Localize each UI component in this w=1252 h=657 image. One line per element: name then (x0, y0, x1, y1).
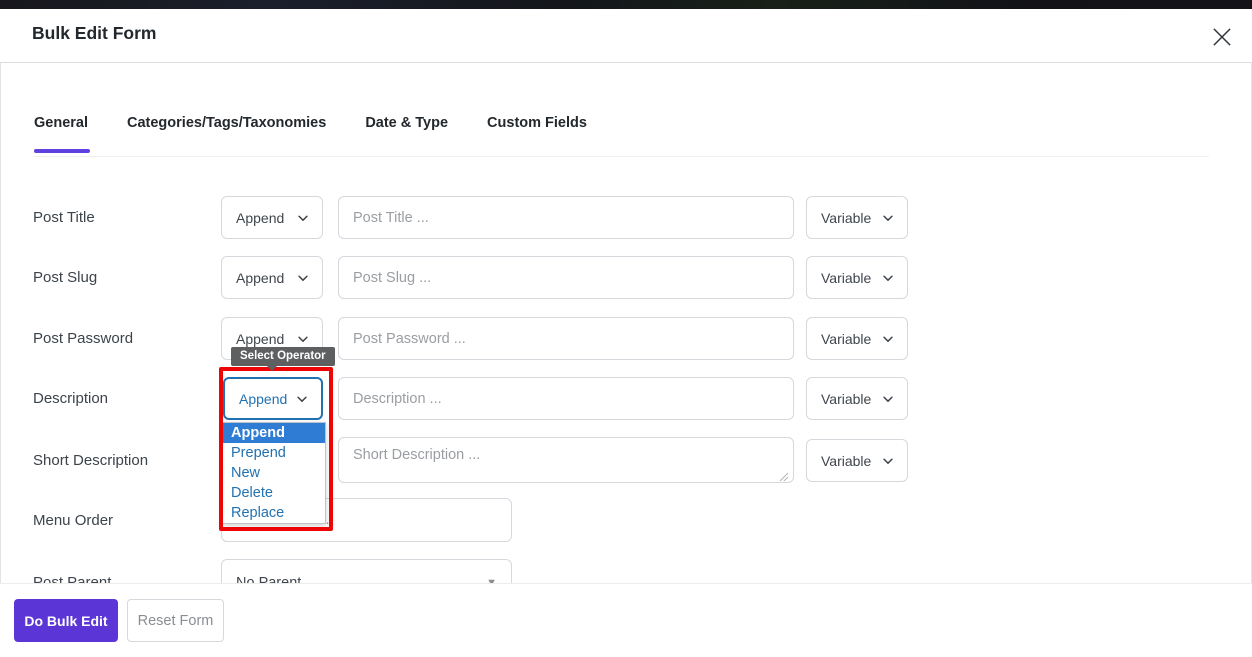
modal-body: General Categories/Tags/Taxonomies Date … (0, 63, 1252, 583)
chevron-down-icon (881, 392, 895, 406)
post-password-label: Post Password (33, 317, 133, 360)
chevron-down-icon (296, 271, 310, 285)
post-slug-variable-select[interactable]: Variable (806, 256, 908, 299)
modal-title: Bulk Edit Form (32, 23, 156, 44)
dropdown-option-replace[interactable]: Replace (223, 503, 325, 523)
form-row-post-parent: Post Parent No Parent ▼ (1, 559, 1252, 583)
tab-bar: General Categories/Tags/Taxonomies Date … (34, 115, 587, 153)
description-variable-select[interactable]: Variable (806, 377, 908, 420)
post-slug-label: Post Slug (33, 256, 97, 299)
tab-date-and-type[interactable]: Date & Type (365, 115, 448, 153)
description-label: Description (33, 377, 108, 420)
do-bulk-edit-button[interactable]: Do Bulk Edit (14, 599, 118, 642)
chevron-down-icon (881, 271, 895, 285)
short-description-variable-select[interactable]: Variable (806, 439, 908, 482)
dimmed-background-strip (0, 0, 1252, 9)
dropdown-option-new[interactable]: New (223, 463, 325, 483)
form-row-short-description: Short Description Variable (1, 437, 1252, 483)
chevron-down-icon (295, 392, 309, 406)
post-slug-input[interactable] (338, 256, 794, 299)
chevron-down-icon (881, 211, 895, 225)
dropdown-option-prepend[interactable]: Prepend (223, 443, 325, 463)
post-title-label: Post Title (33, 196, 95, 239)
form-row-post-password: Post Password Append Variable (1, 317, 1252, 360)
post-title-input[interactable] (338, 196, 794, 239)
post-password-variable-select[interactable]: Variable (806, 317, 908, 360)
dropdown-option-append[interactable]: Append (223, 423, 325, 443)
post-title-variable-select[interactable]: Variable (806, 196, 908, 239)
tabs-divider (34, 156, 1209, 157)
chevron-down-icon (881, 332, 895, 346)
post-parent-select[interactable]: No Parent ▼ (221, 559, 512, 583)
short-description-textarea[interactable] (338, 437, 794, 483)
short-description-label: Short Description (33, 437, 148, 483)
post-slug-operator-select[interactable]: Append (221, 256, 323, 299)
tab-categories-tags-taxonomies[interactable]: Categories/Tags/Taxonomies (127, 115, 326, 153)
post-password-input[interactable] (338, 317, 794, 360)
reset-form-button[interactable]: Reset Form (127, 599, 224, 642)
description-input[interactable] (338, 377, 794, 420)
close-button[interactable] (1206, 22, 1238, 54)
description-operator-select[interactable]: Append (223, 377, 323, 420)
close-icon (1209, 24, 1235, 53)
active-tab-indicator (34, 149, 90, 153)
chevron-down-icon (296, 211, 310, 225)
operator-dropdown-list: Append Prepend New Delete Replace (222, 422, 326, 524)
form-row-post-slug: Post Slug Append Variable (1, 256, 1252, 299)
modal-header: Bulk Edit Form (0, 9, 1252, 63)
post-parent-label: Post Parent (33, 559, 111, 583)
select-operator-tooltip: Select Operator (231, 347, 335, 366)
modal-footer: Do Bulk Edit Reset Form (0, 583, 1252, 657)
post-title-operator-select[interactable]: Append (221, 196, 323, 239)
form-row-description: Description Append Variable (1, 377, 1252, 420)
menu-order-label: Menu Order (33, 498, 113, 542)
tab-custom-fields[interactable]: Custom Fields (487, 115, 587, 153)
dropdown-option-delete[interactable]: Delete (223, 483, 325, 503)
form-row-post-title: Post Title Append Variable (1, 196, 1252, 239)
form-row-menu-order: Menu Order (1, 498, 1252, 542)
tab-general[interactable]: General (34, 115, 88, 153)
chevron-down-icon (296, 332, 310, 346)
bulk-edit-modal: Bulk Edit Form General Categories/Tags/T… (0, 0, 1252, 657)
chevron-down-icon (881, 454, 895, 468)
